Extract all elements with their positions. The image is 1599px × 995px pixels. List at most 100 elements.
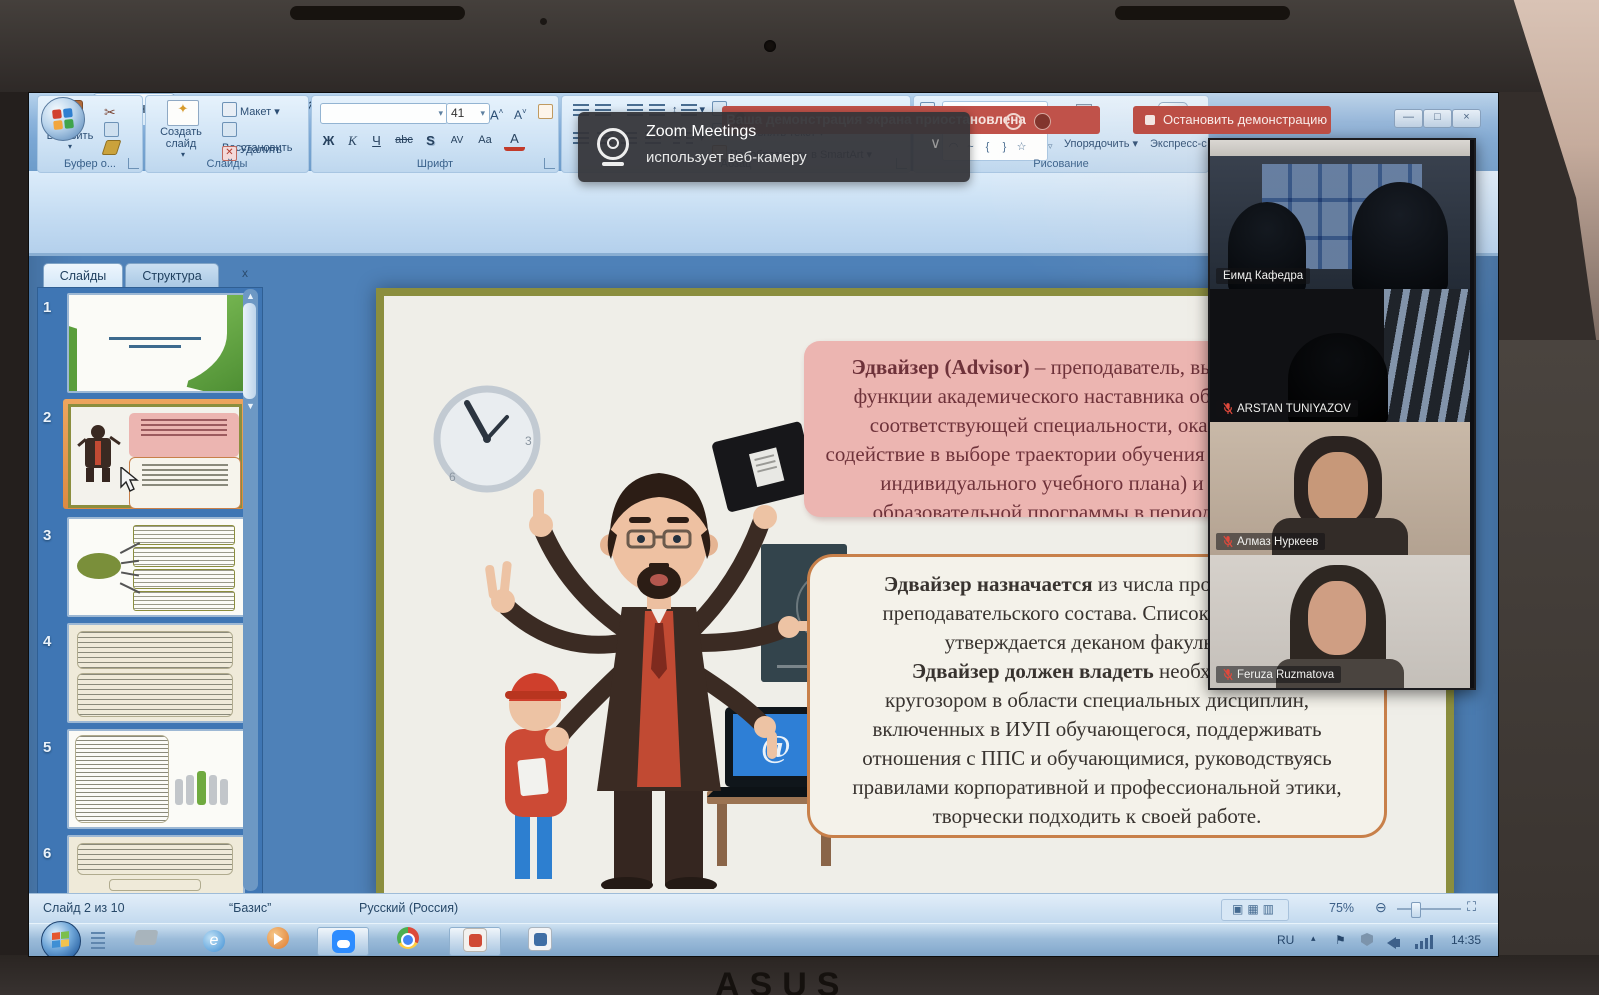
- slide-number: 6: [43, 845, 63, 862]
- taskbar-app-internet-explorer[interactable]: e: [189, 927, 239, 954]
- tray-update-icon[interactable]: [1361, 933, 1373, 949]
- scroll-down-icon[interactable]: ▼: [243, 399, 258, 413]
- windows-flag-icon: [52, 931, 70, 949]
- thumbnails-scrollbar[interactable]: ▲ ▼: [243, 289, 258, 891]
- zoom-stop-share-button[interactable]: Остановить демонстрацию: [1133, 106, 1331, 134]
- zoom-out-icon[interactable]: ⊖: [1375, 899, 1387, 916]
- muted-mic-icon: [1223, 402, 1233, 415]
- tab-slides-pane[interactable]: Слайды: [43, 263, 123, 288]
- taskbar-app-chrome[interactable]: [383, 927, 433, 954]
- font-color-button[interactable]: А: [504, 130, 525, 151]
- zoom-participants-panel[interactable]: Еимд Кафедра ARSTAN TUNIYAZOV Алмаз Нурк…: [1208, 138, 1476, 690]
- thumbnail-box: [77, 631, 233, 669]
- tab-outline-pane[interactable]: Структура: [125, 263, 219, 288]
- scroll-up-icon[interactable]: ▲: [243, 289, 258, 303]
- scrollbar-thumb[interactable]: [243, 303, 256, 399]
- zoom-slider-thumb[interactable]: [1411, 902, 1421, 918]
- text-shadow-button[interactable]: S: [420, 130, 441, 151]
- webcam-icon: [596, 128, 630, 164]
- participant-video-1[interactable]: Еимд Кафедра: [1210, 156, 1470, 289]
- slide-number: 4: [43, 633, 63, 650]
- italic-button[interactable]: К: [342, 130, 363, 151]
- tray-speaker-icon[interactable]: [1387, 936, 1400, 954]
- shape-icon[interactable]: ☆: [1013, 139, 1030, 155]
- tray-network-icon[interactable]: [1415, 933, 1437, 949]
- tray-flag-icon[interactable]: ⚑: [1335, 933, 1346, 947]
- person-silhouette: [1352, 182, 1448, 289]
- font-size-combo[interactable]: 41▾: [446, 103, 490, 124]
- panel-drag-handle[interactable]: [1210, 140, 1470, 156]
- tray-clock[interactable]: 14:35: [1451, 933, 1481, 947]
- shape-icon[interactable]: }: [996, 139, 1013, 155]
- slide-thumbnail-3[interactable]: [67, 517, 245, 617]
- strikethrough-button[interactable]: abc: [390, 130, 418, 151]
- taskbar-app-powerpoint[interactable]: [449, 927, 501, 956]
- reset-button[interactable]: Восстановить: [222, 122, 308, 138]
- laptop-photo: ASUS ↶ ↷ ▾ — □ × Главная Вставка Дизайн …: [0, 0, 1599, 995]
- thumbnail-title-line: [129, 345, 181, 348]
- close-button[interactable]: ×: [1452, 109, 1481, 128]
- grow-font-icon[interactable]: А˄: [490, 104, 503, 120]
- bezel-screw: [540, 18, 547, 25]
- shapes-more-icon[interactable]: ▿: [1048, 138, 1053, 154]
- laptop-top-bezel: [0, 0, 1599, 92]
- delete-slide-button[interactable]: ✕Удалить: [222, 142, 282, 158]
- banner-record-icon[interactable]: [1034, 113, 1051, 130]
- format-painter-icon[interactable]: [104, 140, 122, 156]
- clipboard-dialog-launcher-icon[interactable]: [128, 158, 139, 169]
- minimize-button[interactable]: —: [1394, 109, 1423, 128]
- slide-thumbnail-5[interactable]: [67, 729, 245, 829]
- asus-logo: ASUS: [715, 966, 849, 995]
- participant-video-2[interactable]: ARSTAN TUNIYAZOV: [1210, 289, 1470, 422]
- cut-icon[interactable]: ✂: [104, 104, 116, 120]
- character-spacing-button[interactable]: AV: [444, 130, 470, 151]
- fit-to-window-icon[interactable]: ⛶: [1467, 899, 1476, 915]
- slide-thumbnail-6[interactable]: [67, 835, 245, 895]
- shrink-font-icon[interactable]: А˅: [514, 104, 527, 120]
- thumbnail-box: [75, 735, 169, 823]
- quick-launch-icon[interactable]: [91, 932, 105, 949]
- participant-video-3[interactable]: Алмаз Нуркеев: [1210, 422, 1470, 555]
- new-slide-button[interactable]: ✦ Создать слайд▾: [150, 100, 216, 159]
- chevron-down-icon[interactable]: ∨: [930, 134, 941, 152]
- start-button[interactable]: [41, 921, 81, 957]
- participant-video-4[interactable]: Feruza Ruzmatova: [1210, 555, 1470, 688]
- thumbnail-box: [133, 547, 235, 567]
- taskbar-app-word[interactable]: [515, 927, 565, 954]
- thumbnail-box: [77, 673, 233, 717]
- view-buttons[interactable]: ▣▦▥: [1221, 899, 1289, 921]
- slide-text-line: кругозором в области специальных дисципл…: [810, 686, 1384, 715]
- clear-formatting-icon[interactable]: [538, 104, 556, 120]
- office-button[interactable]: [41, 97, 85, 141]
- shape-icon[interactable]: {: [979, 139, 996, 155]
- thumbnail-oval: [77, 553, 121, 579]
- stop-square-icon: [1145, 115, 1155, 125]
- tray-hidden-icons[interactable]: ▴: [1311, 933, 1316, 944]
- underline-button[interactable]: Ч: [366, 130, 387, 151]
- bold-button[interactable]: Ж: [318, 130, 339, 151]
- arrange-button[interactable]: Упорядочить ▾: [1064, 136, 1138, 152]
- thumbnail-box: [133, 569, 235, 589]
- layout-button[interactable]: Макет ▾: [222, 102, 280, 118]
- taskbar-app-zoom[interactable]: [317, 927, 369, 956]
- thumbnail-pink-box: [129, 413, 239, 457]
- taskbar-app-media-player[interactable]: [253, 927, 303, 954]
- slide-thumbnail-1[interactable]: [67, 293, 245, 393]
- thumbnail-illustration: [79, 425, 119, 483]
- slide-thumbnail-4[interactable]: [67, 623, 245, 723]
- windows-taskbar: e RU ▴ ⚑ 14:35: [29, 923, 1498, 957]
- close-pane-icon[interactable]: x: [237, 266, 253, 282]
- restore-button[interactable]: □: [1423, 109, 1452, 128]
- taskbar-app-folder[interactable]: [121, 927, 171, 954]
- font-dialog-launcher-icon[interactable]: [544, 158, 555, 169]
- font-name-combo[interactable]: ▾: [320, 103, 448, 124]
- banner-circle-icon[interactable]: [1005, 113, 1022, 130]
- quick-styles-button[interactable]: Экспресс-с: [1150, 136, 1207, 152]
- zoom-webcam-notification[interactable]: Zoom Meetings использует веб-камеру ∨: [578, 112, 970, 182]
- zoom-slider[interactable]: [1397, 908, 1461, 910]
- tray-language[interactable]: RU: [1277, 933, 1294, 947]
- slide-counter: Слайд 2 из 10: [43, 901, 125, 915]
- change-case-button[interactable]: Aa: [472, 130, 498, 151]
- slide-thumbnail-2-selected[interactable]: [63, 399, 245, 509]
- copy-icon[interactable]: [104, 122, 122, 138]
